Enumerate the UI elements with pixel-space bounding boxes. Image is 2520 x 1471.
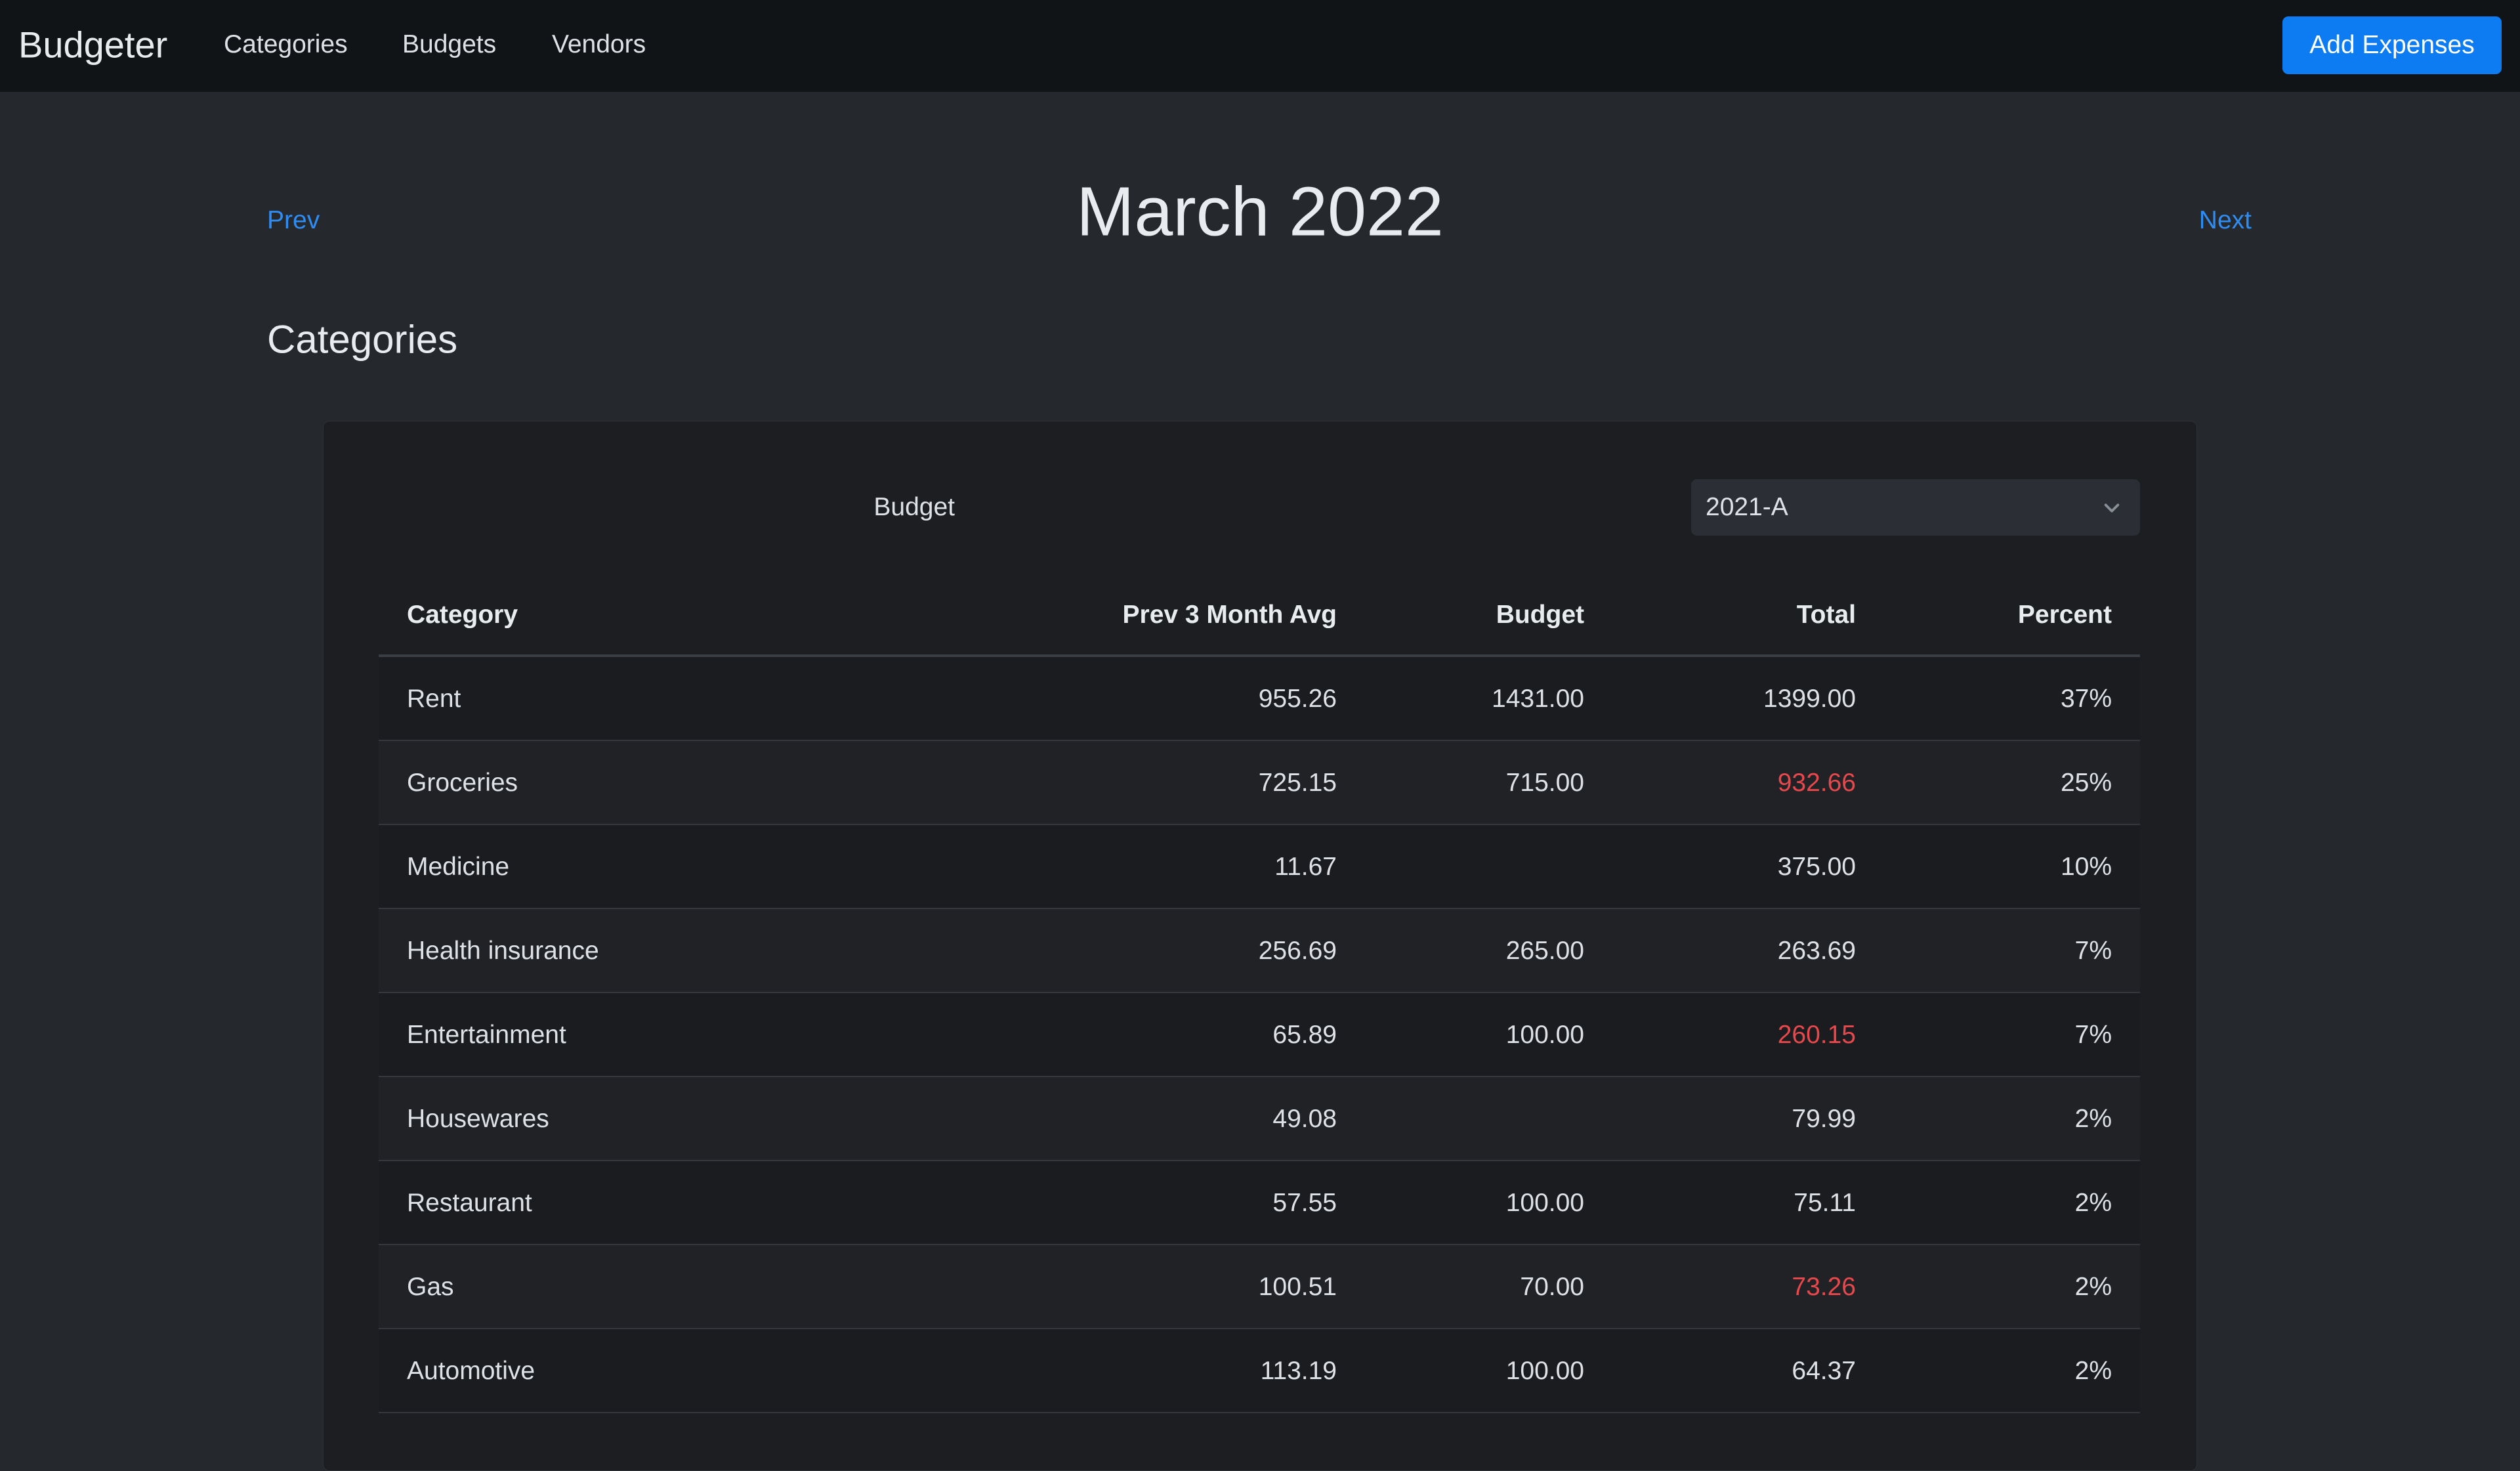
table-row[interactable]: Housewares 49.08 79.99 2% bbox=[379, 1077, 2140, 1161]
total-cell: 75.11 bbox=[1794, 1189, 1856, 1217]
percent-cell: 7% bbox=[2074, 1021, 2112, 1049]
total-cell: 1399.00 bbox=[1763, 685, 1856, 713]
header-prev-avg[interactable]: Prev 3 Month Avg bbox=[1123, 601, 1337, 629]
category-cell: Gas bbox=[407, 1273, 454, 1301]
table-row[interactable]: Entertainment 65.89 100.00 260.15 7% bbox=[379, 993, 2140, 1077]
table-row[interactable]: Medicine 11.67 375.00 10% bbox=[379, 825, 2140, 909]
percent-cell: 25% bbox=[2060, 769, 2112, 797]
budget-label: Budget bbox=[873, 493, 955, 521]
add-expenses-button[interactable]: Add Expenses bbox=[2282, 16, 2502, 74]
category-cell: Restaurant bbox=[407, 1189, 532, 1217]
table-row[interactable]: Restaurant 57.55 100.00 75.11 2% bbox=[379, 1161, 2140, 1245]
chevron-down-icon bbox=[2104, 503, 2120, 513]
budget-select[interactable]: 2021-A bbox=[1691, 479, 2140, 536]
brand-logo[interactable]: Budgeter bbox=[18, 24, 167, 66]
next-month-link[interactable]: Next bbox=[2199, 206, 2252, 235]
top-navbar: Budgeter Categories Budgets Vendors Add … bbox=[0, 0, 2520, 92]
budget-cell: 70.00 bbox=[1520, 1273, 1584, 1301]
header-total[interactable]: Total bbox=[1797, 601, 1856, 629]
header-category[interactable]: Category bbox=[407, 601, 518, 629]
categories-table: Category Prev 3 Month Avg Budget Total P… bbox=[379, 573, 2140, 1413]
total-cell: 375.00 bbox=[1777, 853, 1856, 881]
prev-avg-cell: 725.15 bbox=[1258, 769, 1337, 797]
budget-cell: 715.00 bbox=[1505, 769, 1584, 797]
budget-cell: 265.00 bbox=[1505, 937, 1584, 965]
percent-cell: 2% bbox=[2074, 1105, 2112, 1133]
prev-avg-cell: 113.19 bbox=[1260, 1357, 1337, 1385]
header-percent[interactable]: Percent bbox=[2018, 601, 2112, 629]
header-budget[interactable]: Budget bbox=[1496, 601, 1584, 629]
total-cell: 64.37 bbox=[1792, 1357, 1856, 1385]
category-cell: Groceries bbox=[407, 769, 518, 797]
total-cell: 260.15 bbox=[1777, 1021, 1856, 1049]
percent-cell: 2% bbox=[2074, 1273, 2112, 1301]
total-cell: 79.99 bbox=[1792, 1105, 1856, 1133]
total-cell: 263.69 bbox=[1777, 937, 1856, 965]
table-row[interactable]: Automotive 113.19 100.00 64.37 2% bbox=[379, 1329, 2140, 1413]
prev-avg-cell: 11.67 bbox=[1274, 853, 1337, 881]
table-row[interactable]: Gas 100.51 70.00 73.26 2% bbox=[379, 1245, 2140, 1329]
percent-cell: 37% bbox=[2060, 685, 2112, 713]
budget-cell: 1431.00 bbox=[1492, 685, 1584, 713]
budget-select-value: 2021-A bbox=[1706, 493, 1788, 521]
category-cell: Housewares bbox=[407, 1105, 549, 1133]
prev-avg-cell: 100.51 bbox=[1258, 1273, 1337, 1301]
table-row[interactable]: Health insurance 256.69 265.00 263.69 7% bbox=[379, 909, 2140, 993]
section-title: Categories bbox=[267, 317, 458, 362]
page-title: March 2022 bbox=[1076, 173, 1444, 251]
category-cell: Automotive bbox=[407, 1357, 536, 1385]
prev-avg-cell: 65.89 bbox=[1272, 1021, 1337, 1049]
table-row[interactable]: Rent 955.26 1431.00 1399.00 37% bbox=[379, 657, 2140, 741]
nav-categories[interactable]: Categories bbox=[224, 30, 348, 59]
prev-avg-cell: 955.26 bbox=[1258, 685, 1337, 713]
table-header-row: Category Prev 3 Month Avg Budget Total P… bbox=[379, 573, 2140, 657]
category-cell: Rent bbox=[407, 685, 461, 713]
category-cell: Medicine bbox=[407, 853, 510, 881]
prev-avg-cell: 49.08 bbox=[1272, 1105, 1337, 1133]
table-row[interactable]: Groceries 725.15 715.00 932.66 25% bbox=[379, 741, 2140, 825]
nav-budgets[interactable]: Budgets bbox=[402, 30, 496, 59]
percent-cell: 7% bbox=[2074, 937, 2112, 965]
budget-cell: 100.00 bbox=[1505, 1021, 1584, 1049]
percent-cell: 10% bbox=[2060, 853, 2112, 881]
table-body: Rent 955.26 1431.00 1399.00 37% Groceries 725.… bbox=[379, 657, 2140, 1413]
category-cell: Health insurance bbox=[407, 937, 599, 965]
budget-cell: 100.00 bbox=[1505, 1189, 1584, 1217]
nav-vendors[interactable]: Vendors bbox=[552, 30, 646, 59]
total-cell: 932.66 bbox=[1777, 769, 1856, 797]
budget-cell: 100.00 bbox=[1505, 1357, 1584, 1385]
total-cell: 73.26 bbox=[1792, 1273, 1856, 1301]
category-cell: Entertainment bbox=[407, 1021, 566, 1049]
prev-avg-cell: 256.69 bbox=[1258, 937, 1337, 965]
percent-cell: 2% bbox=[2074, 1357, 2112, 1385]
percent-cell: 2% bbox=[2074, 1189, 2112, 1217]
prev-avg-cell: 57.55 bbox=[1272, 1189, 1337, 1217]
